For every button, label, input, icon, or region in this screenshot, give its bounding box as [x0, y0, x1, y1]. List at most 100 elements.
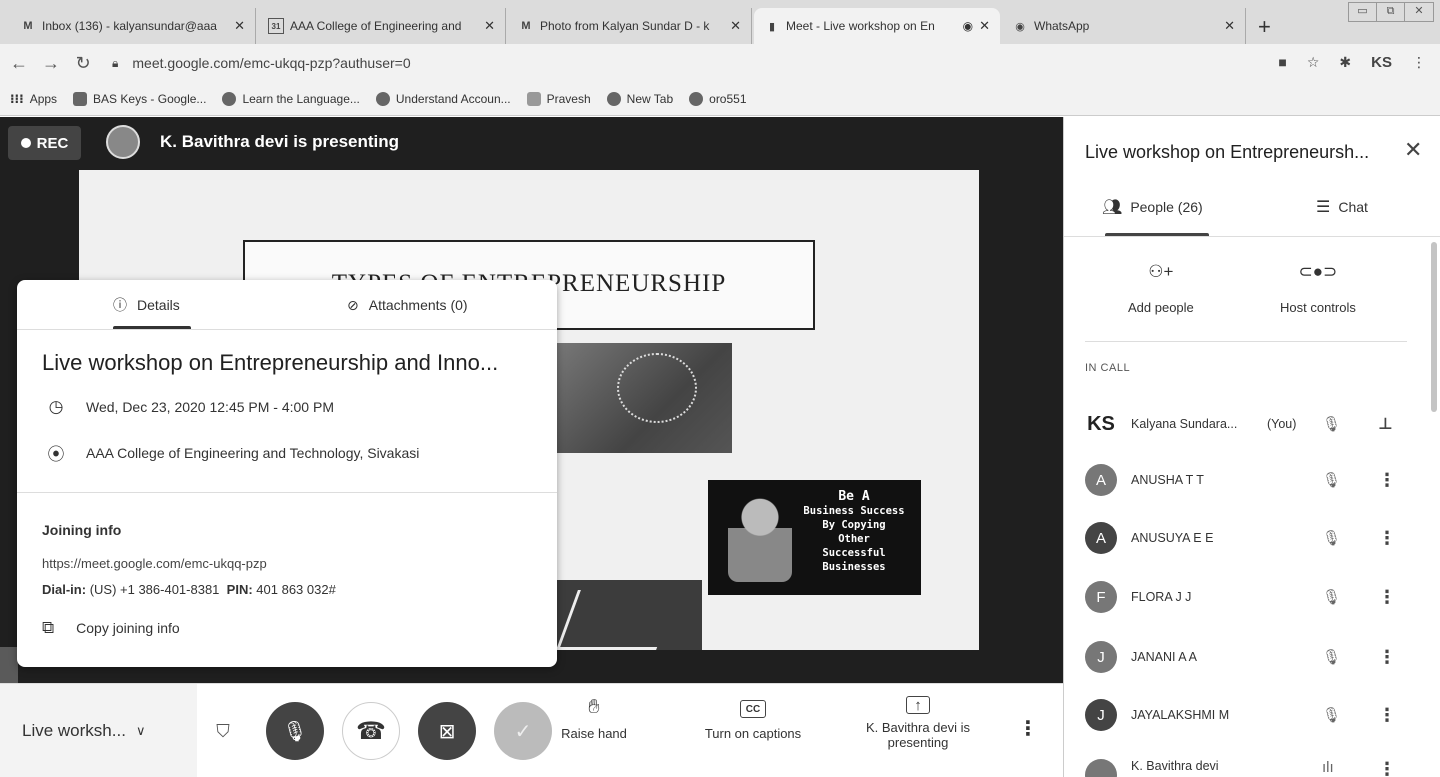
bookmark-item[interactable]: Understand Accoun... — [375, 91, 511, 106]
hand-icon: ✋︎ — [588, 696, 600, 718]
pin-icon[interactable]: ⊥ — [1378, 414, 1393, 434]
avatar: KS — [1087, 412, 1115, 435]
participant-row[interactable]: J JAYALAKSHMI M 🎙︎ ⋮ — [1085, 695, 1415, 735]
present-label: K. Bavithra devi is presenting — [865, 720, 971, 750]
more-options-icon[interactable]: ⋮ — [1378, 587, 1396, 608]
tab-title: AAA College of Engineering and — [290, 19, 462, 33]
rec-dot-icon — [20, 138, 31, 148]
in-call-heading: IN CALL — [1085, 362, 1131, 374]
calendar-icon: 31 — [268, 18, 284, 34]
event-location-text: AAA College of Engineering and Technolog… — [86, 444, 420, 461]
bookmark-apps[interactable]: ⁝⁝⁝ Apps — [10, 92, 57, 106]
event-datetime-text: Wed, Dec 23, 2020 12:45 PM - 4:00 PM — [86, 399, 334, 415]
joining-url[interactable]: https://meet.google.com/emc-ukqq-pzp — [42, 556, 267, 571]
chat-icon: ☰ — [1316, 199, 1331, 216]
more-options-icon[interactable]: ⋮ — [1378, 759, 1396, 777]
tab-attachments[interactable]: ⊘ Attachments (0) — [347, 280, 468, 330]
browser-tab-gmail[interactable]: M Inbox (136) - kalyansundar@aaa ✕ — [10, 8, 256, 44]
close-icon[interactable]: ✕ — [979, 18, 990, 34]
camera-icon[interactable]: ■ — [1278, 54, 1286, 71]
camera-off-button[interactable]: ⊠ — [418, 702, 476, 760]
tab-people-label: People (26) — [1130, 199, 1203, 215]
recording-badge: REC — [8, 126, 81, 160]
close-icon[interactable]: ✕ — [1404, 137, 1422, 163]
tab-people[interactable]: 👥︎ People (26) — [1102, 197, 1203, 217]
participant-row[interactable]: KS Kalyana Sundara... (You) 🎙︎ ⊥ — [1085, 404, 1415, 444]
captions-button[interactable]: CC Turn on captions — [690, 696, 816, 741]
mic-off-button[interactable]: 🎙︎ — [266, 702, 324, 760]
panel-scrollbar[interactable] — [1431, 242, 1437, 412]
more-options-icon[interactable]: ⋮ — [1018, 716, 1038, 741]
browser-tab-photo[interactable]: M Photo from Kalyan Sundar D - k ✕ — [508, 8, 752, 44]
add-people-button[interactable]: ⚇+ Add people — [1128, 262, 1194, 315]
browser-tab-calendar[interactable]: 31 AAA College of Engineering and ✕ — [258, 8, 506, 44]
leave-call-button[interactable]: ☎︎ — [342, 702, 400, 760]
participant-row[interactable]: A ANUSUYA E E 🎙︎ ⋮ — [1085, 518, 1415, 558]
star-icon[interactable]: ☆ — [1307, 54, 1320, 71]
browser-actions: ■ ☆ ✱ KS ⋮ — [1278, 54, 1426, 71]
raise-hand-label: Raise hand — [561, 726, 627, 741]
participant-row[interactable]: K. Bavithra devi ılı ⋮ — [1085, 749, 1415, 777]
bookmark-item[interactable]: Pravesh — [526, 91, 591, 106]
new-tab-button[interactable]: + — [1258, 14, 1271, 40]
bookmark-item[interactable]: New Tab — [606, 91, 674, 106]
avatar — [1085, 759, 1117, 777]
tab-chat[interactable]: ☰ Chat — [1316, 197, 1368, 217]
tab-title: Photo from Kalyan Sundar D - k — [540, 19, 710, 33]
raise-hand-button[interactable]: ✋︎ Raise hand — [556, 696, 632, 741]
recording-dot-icon: ◉ — [962, 19, 974, 33]
minimize-icon[interactable]: ▭ — [1349, 3, 1377, 21]
avatar: J — [1085, 699, 1117, 731]
active-tab-indicator — [113, 326, 191, 329]
avatar: F — [1085, 581, 1117, 613]
reload-icon[interactable]: ↻ — [70, 53, 96, 74]
restore-icon[interactable]: ⧉ — [1377, 3, 1405, 21]
more-options-icon[interactable]: ⋮ — [1378, 705, 1396, 726]
close-icon[interactable]: ✕ — [1224, 18, 1235, 34]
browser-tab-meet[interactable]: ▮ Meet - Live workshop on En ◉ ✕ — [754, 8, 1000, 44]
copy-joining-info-button[interactable]: ⧉ Copy joining info — [42, 618, 180, 638]
participant-row[interactable]: F FLORA J J 🎙︎ ⋮ — [1085, 577, 1415, 617]
browser-tab-whatsapp[interactable]: ◉ WhatsApp ✕ — [1002, 8, 1246, 44]
more-options-icon[interactable]: ⋮ — [1378, 528, 1396, 549]
slide-success-box: Be A Business Success By Copying Other S… — [708, 480, 921, 595]
close-icon[interactable]: ✕ — [234, 18, 245, 34]
menu-kebab-icon[interactable]: ⋮ — [1412, 54, 1426, 71]
participant-row[interactable]: J JANANI A A 🎙︎ ⋮ — [1085, 637, 1415, 677]
copy-icon: ⧉ — [42, 618, 55, 637]
bookmark-item[interactable]: Learn the Language... — [222, 91, 360, 106]
url-text: meet.google.com/emc-ukqq-pzp?authuser=0 — [132, 55, 411, 71]
bookmark-label: Apps — [29, 91, 58, 106]
more-options-icon[interactable]: ⋮ — [1378, 470, 1396, 491]
meeting-name-short: Live worksh... — [22, 721, 126, 740]
participant-name: FLORA J J — [1131, 590, 1192, 604]
gmail-icon: M — [521, 20, 531, 32]
url-bar[interactable]: 🔒︎ meet.google.com/emc-ukqq-pzp?authuser… — [112, 50, 1252, 76]
forward-arrow-icon[interactable]: → — [38, 53, 64, 74]
bookmark-item[interactable]: oro551 — [689, 91, 747, 106]
browser-tab-bar: M Inbox (136) - kalyansundar@aaa ✕ 31 AA… — [0, 0, 1440, 44]
host-controls-label: Host controls — [1280, 300, 1356, 315]
divider — [17, 492, 557, 493]
site-icon — [375, 91, 390, 106]
extensions-icon[interactable]: ✱ — [1339, 54, 1351, 71]
close-icon[interactable]: ✕ — [730, 18, 741, 34]
tab-details[interactable]: ⓘ Details — [113, 280, 180, 330]
whatsapp-icon: ◉ — [1015, 20, 1025, 33]
meeting-details-toggle[interactable]: Live worksh... ∨ — [0, 684, 197, 777]
profile-avatar[interactable]: KS — [1371, 54, 1392, 71]
success-line1: Be A — [838, 489, 870, 504]
more-options-icon[interactable]: ⋮ — [1378, 647, 1396, 668]
window-close-icon[interactable]: ✕ — [1405, 3, 1433, 21]
you-label: (You) — [1267, 417, 1297, 431]
self-view-thumbnail[interactable] — [0, 647, 18, 683]
host-controls-button[interactable]: ⊂●⊃ Host controls — [1280, 262, 1356, 315]
safety-shield-icon[interactable]: ⛉ — [209, 717, 237, 745]
present-now-button[interactable]: ↑ K. Bavithra devi is presenting — [856, 696, 980, 750]
bookmark-label: New Tab — [626, 91, 674, 106]
bookmark-item[interactable]: BAS Keys - Google... — [73, 91, 206, 106]
participant-row[interactable]: A ANUSHA T T 🎙︎ ⋮ — [1085, 460, 1415, 500]
close-icon[interactable]: ✕ — [484, 18, 495, 34]
check-button[interactable]: ✓ — [494, 702, 552, 760]
back-arrow-icon[interactable]: ← — [6, 53, 32, 74]
